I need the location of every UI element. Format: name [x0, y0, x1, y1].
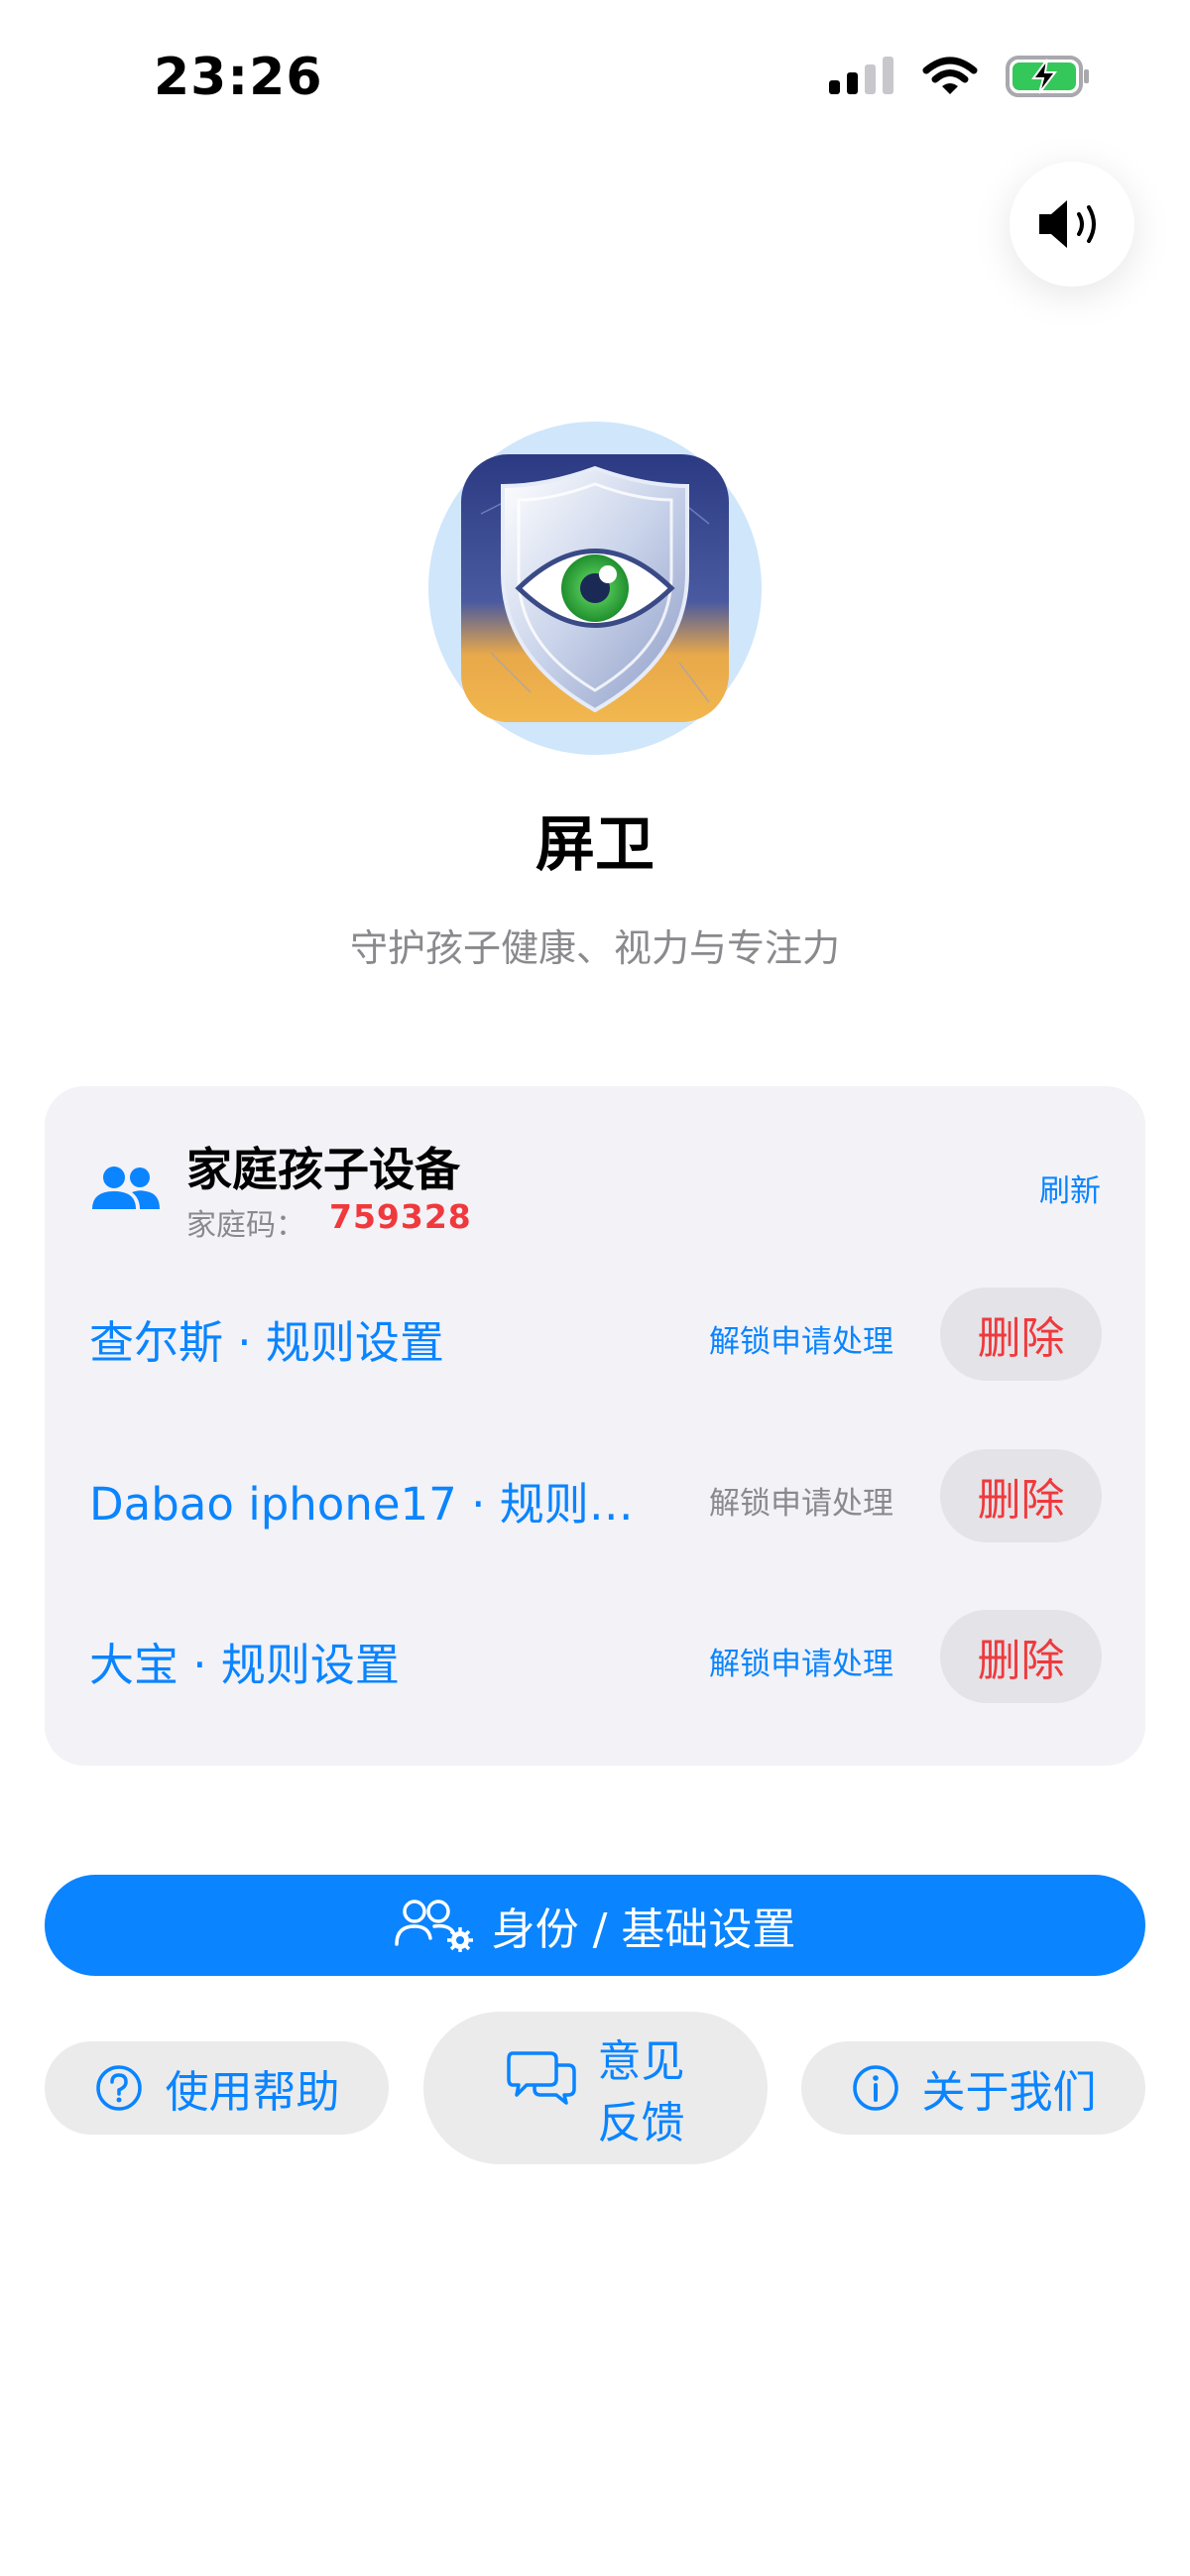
delete-device-button[interactable]: 删除 — [940, 1610, 1102, 1703]
identity-settings-button[interactable]: 身份 / 基础设置 — [45, 1875, 1145, 1976]
family-users-icon — [92, 1166, 160, 1209]
wifi-icon — [922, 57, 978, 94]
info-icon — [852, 2065, 898, 2111]
about-label: 关于我们 — [921, 2067, 1097, 2118]
family-code-value: 759328 — [329, 1197, 472, 1236]
signal-icon — [829, 57, 893, 94]
device-rules-link[interactable]: 查尔斯 · 规则设置 — [89, 1306, 444, 1371]
help-label: 使用帮助 — [165, 2067, 340, 2118]
about-button[interactable]: 关于我们 — [801, 2041, 1145, 2135]
identity-settings-label: 身份 / 基础设置 — [491, 1904, 796, 1955]
delete-device-button[interactable]: 删除 — [940, 1288, 1102, 1381]
status-icons — [829, 56, 1091, 97]
shield-eye-logo — [461, 454, 729, 722]
user-settings-icon — [394, 1900, 473, 1952]
app-tagline: 守护孩子健康、视力与专注力 — [349, 926, 840, 970]
device-rules-link[interactable]: 大宝 · 规则设置 — [89, 1629, 400, 1693]
device-rules-link[interactable]: Dabao iphone17 · 规则… — [89, 1468, 634, 1533]
unlock-requests-link[interactable]: 解锁申请处理 — [709, 1639, 893, 1683]
device-row: 大宝 · 规则设置 解锁申请处理 删除 — [45, 1607, 1145, 1706]
app-logo — [428, 422, 762, 755]
family-title: 家庭孩子设备 — [186, 1143, 460, 1196]
chat-bubbles-icon — [506, 2051, 576, 2105]
unlock-requests-link[interactable]: 解锁申请处理 — [709, 1478, 893, 1523]
feedback-label-line2: 反馈 — [597, 2098, 685, 2148]
help-icon — [95, 2065, 142, 2111]
family-code-label: 家庭码： — [186, 1208, 305, 1243]
feedback-label-line1: 意见 — [597, 2036, 685, 2087]
delete-device-button[interactable]: 删除 — [940, 1449, 1102, 1542]
help-button[interactable]: 使用帮助 — [45, 2041, 389, 2135]
unlock-requests-link[interactable]: 解锁申请处理 — [709, 1316, 893, 1361]
status-bar: 23:26 — [0, 0, 1190, 159]
refresh-button[interactable]: 刷新 — [1039, 1165, 1101, 1210]
feedback-button[interactable]: 意见 反馈 — [423, 2012, 768, 2164]
status-time: 23:26 — [154, 48, 323, 107]
app-title: 屏卫 — [536, 810, 654, 880]
device-row: 查尔斯 · 规则设置 解锁申请处理 删除 — [45, 1285, 1145, 1384]
sound-toggle-button[interactable] — [1010, 162, 1134, 287]
battery-charging-icon — [1006, 56, 1089, 97]
device-row: Dabao iphone17 · 规则… 解锁申请处理 删除 — [45, 1446, 1145, 1545]
speaker-icon — [1039, 200, 1096, 248]
family-devices-card: 家庭孩子设备 家庭码： 759328 刷新 查尔斯 · 规则设置 解锁申请处理 … — [45, 1086, 1145, 1766]
feedback-label: 意见 反馈 — [598, 2031, 685, 2154]
